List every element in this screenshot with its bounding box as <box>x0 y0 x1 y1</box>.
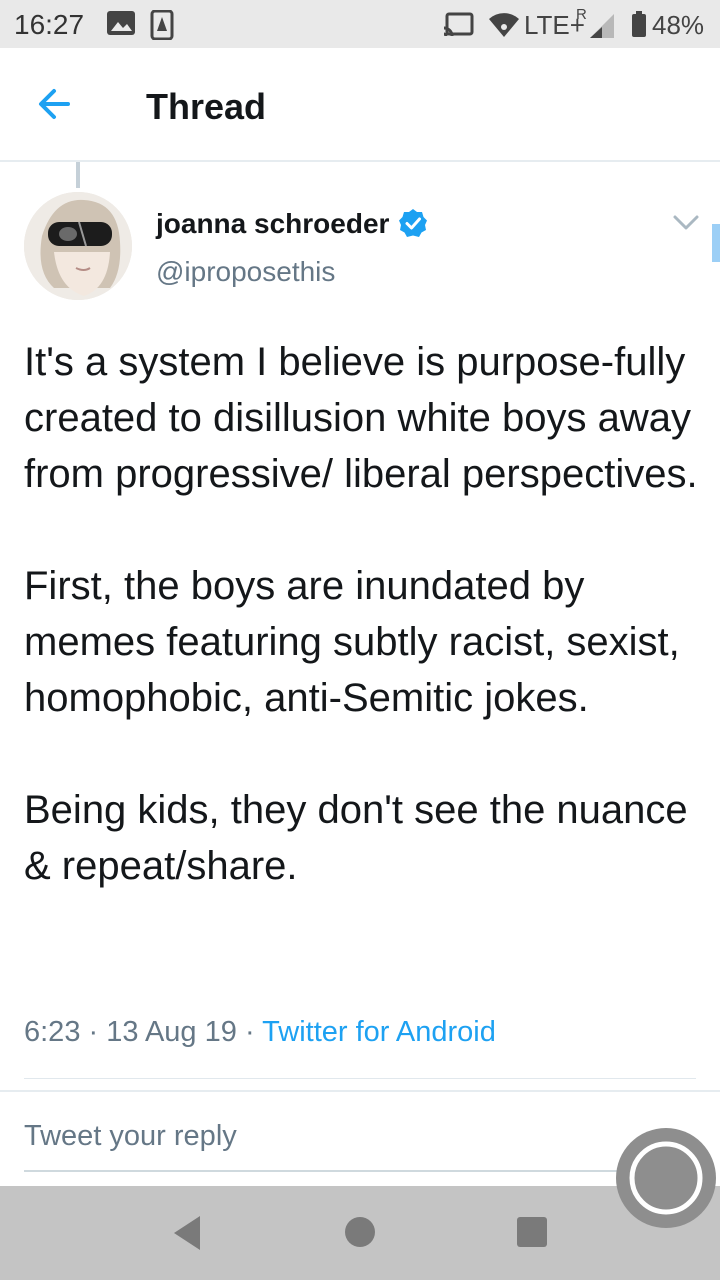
tweet-paragraph: It's a system I believe is purpose-fully… <box>24 340 698 496</box>
battery-level: 48% <box>652 10 705 40</box>
reply-input[interactable]: Tweet your reply <box>24 1120 614 1160</box>
scrollbar[interactable] <box>712 224 720 262</box>
meta-separator: · <box>88 1016 107 1048</box>
image-notification-icon <box>107 11 135 35</box>
roaming-indicator: R <box>576 6 587 23</box>
reply-input-underline <box>24 1170 696 1172</box>
app-header: Thread <box>0 48 720 162</box>
tweet-date: 13 Aug 19 <box>106 1016 237 1048</box>
signal-icon <box>590 14 614 38</box>
wifi-icon <box>489 13 519 37</box>
tweet-paragraph: First, the boys are inundated by memes f… <box>24 564 680 720</box>
divider <box>24 1078 696 1079</box>
battery-icon <box>632 11 646 37</box>
verified-badge-icon <box>399 209 427 237</box>
floating-assistive-button[interactable] <box>616 1128 716 1228</box>
avatar-image <box>24 192 132 300</box>
status-time: 16:27 <box>14 9 85 40</box>
nav-recents-icon[interactable] <box>516 1216 548 1248</box>
tweet-time: 6:23 <box>24 1016 81 1048</box>
ring-icon <box>629 1141 703 1215</box>
page-title: Thread <box>146 86 267 127</box>
tweet-meta: 6:23 · 13 Aug 19 · Twitter for Android <box>24 1016 496 1049</box>
tweet-source-link[interactable]: Twitter for Android <box>262 1016 496 1048</box>
cast-icon <box>443 12 474 37</box>
app-notification-icon <box>150 10 174 40</box>
thread-connector-line <box>76 162 80 188</box>
system-navigation-bar <box>0 1186 720 1280</box>
avatar[interactable] <box>24 192 132 300</box>
status-bar: 16:27 LTE+ R 48% <box>0 0 720 48</box>
author-handle[interactable]: @iproposethis <box>156 256 335 288</box>
nav-home-icon[interactable] <box>344 1216 376 1248</box>
tweet-paragraph: Being kids, they don't see the nuance & … <box>24 788 688 888</box>
chevron-down-icon[interactable] <box>672 212 700 234</box>
meta-separator: · <box>244 1016 263 1048</box>
back-arrow-icon[interactable] <box>28 78 84 130</box>
tweet-text: It's a system I believe is purpose-fully… <box>24 334 704 894</box>
nav-back-icon[interactable] <box>170 1213 204 1253</box>
author-name[interactable]: joanna schroeder <box>156 208 389 240</box>
